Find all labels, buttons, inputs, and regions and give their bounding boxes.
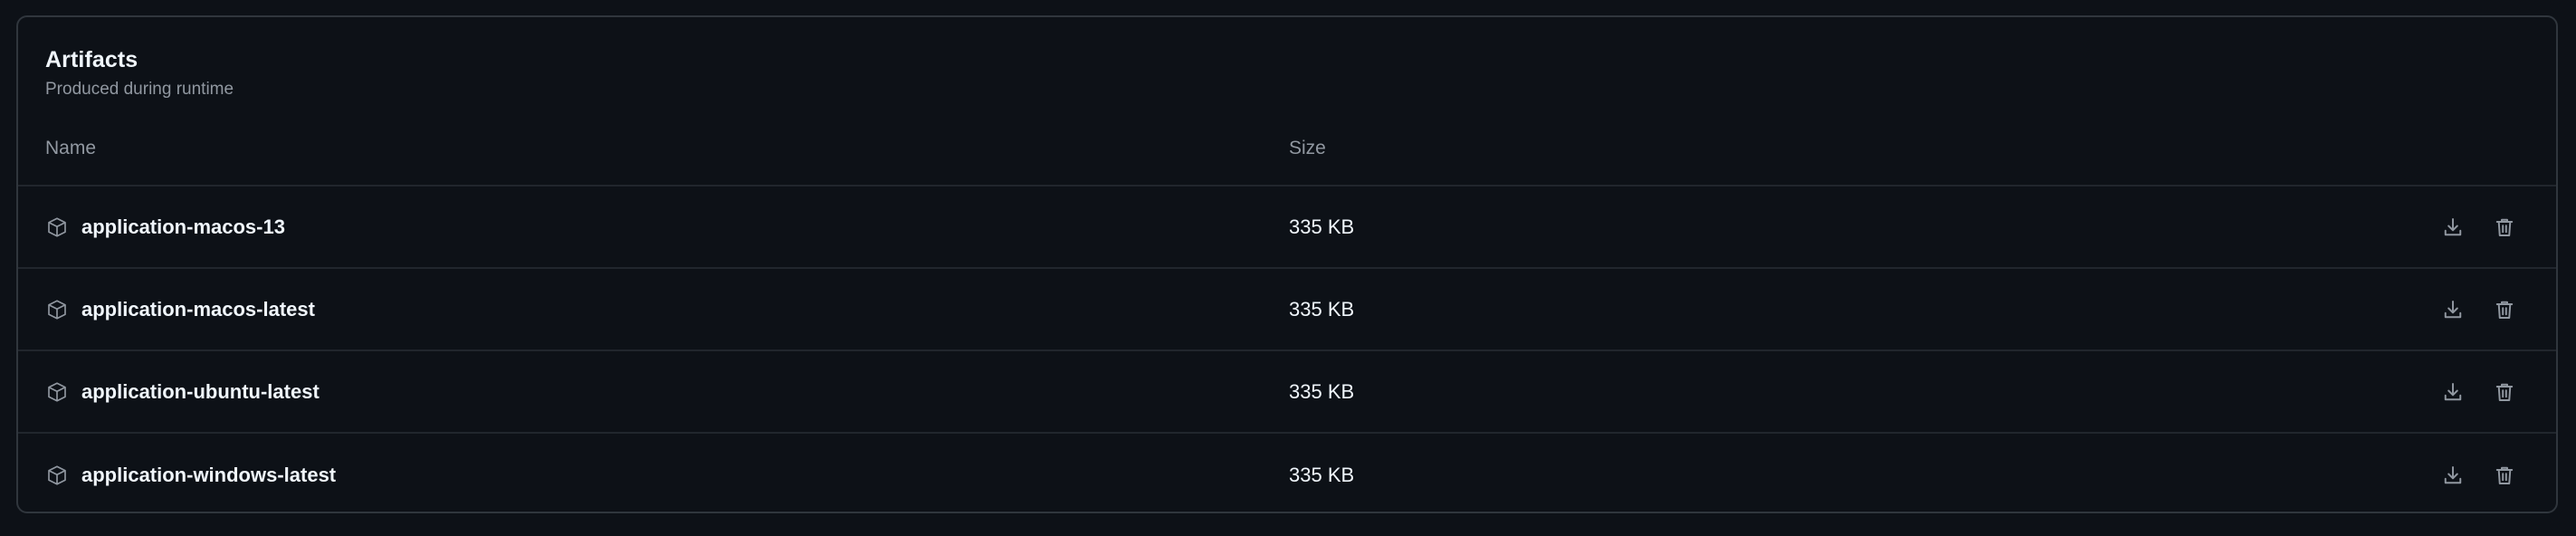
artifact-name: application-ubuntu-latest: [81, 379, 320, 403]
artifact-size: 335 KB: [1289, 297, 1355, 321]
trash-icon: [2495, 301, 2514, 319]
package-icon: [45, 380, 69, 404]
artifacts-panel: Artifacts Produced during runtime Name S…: [16, 15, 2558, 513]
delete-button[interactable]: [2486, 374, 2523, 410]
trash-icon: [2495, 383, 2514, 401]
package-icon: [45, 464, 69, 487]
artifacts-table-header: Name Size: [18, 112, 2556, 187]
delete-button[interactable]: [2486, 457, 2523, 493]
download-icon: [2444, 465, 2462, 483]
delete-button[interactable]: [2486, 292, 2523, 328]
package-icon: [45, 298, 69, 321]
download-icon: [2444, 217, 2462, 235]
artifact-name: application-macos-latest: [81, 297, 315, 321]
artifact-name: application-macos-13: [81, 215, 285, 238]
artifact-row: application-ubuntu-latest 335 KB: [18, 351, 2556, 434]
delete-button[interactable]: [2486, 209, 2523, 245]
download-button[interactable]: [2435, 209, 2471, 245]
artifact-row: application-macos-latest 335 KB: [18, 269, 2556, 351]
artifact-size: 335 KB: [1289, 215, 1355, 238]
column-header-size: Size: [1289, 138, 1326, 158]
download-icon: [2444, 382, 2462, 400]
download-button[interactable]: [2435, 292, 2471, 328]
trash-icon: [2495, 466, 2514, 484]
download-button[interactable]: [2435, 457, 2471, 493]
download-icon: [2444, 300, 2462, 318]
artifacts-subtitle: Produced during runtime: [45, 80, 234, 99]
package-icon: [45, 215, 69, 239]
artifacts-title: Artifacts: [45, 47, 138, 72]
trash-icon: [2495, 218, 2514, 236]
artifact-size: 335 KB: [1289, 379, 1355, 403]
artifact-name: application-windows-latest: [81, 463, 337, 486]
download-button[interactable]: [2435, 374, 2471, 410]
artifact-row: application-macos-13 335 KB: [18, 187, 2556, 269]
artifacts-header: Artifacts Produced during runtime: [18, 17, 2556, 112]
artifact-size: 335 KB: [1289, 463, 1355, 486]
column-header-name: Name: [45, 138, 97, 158]
artifact-row: application-windows-latest 335 KB: [18, 434, 2556, 512]
